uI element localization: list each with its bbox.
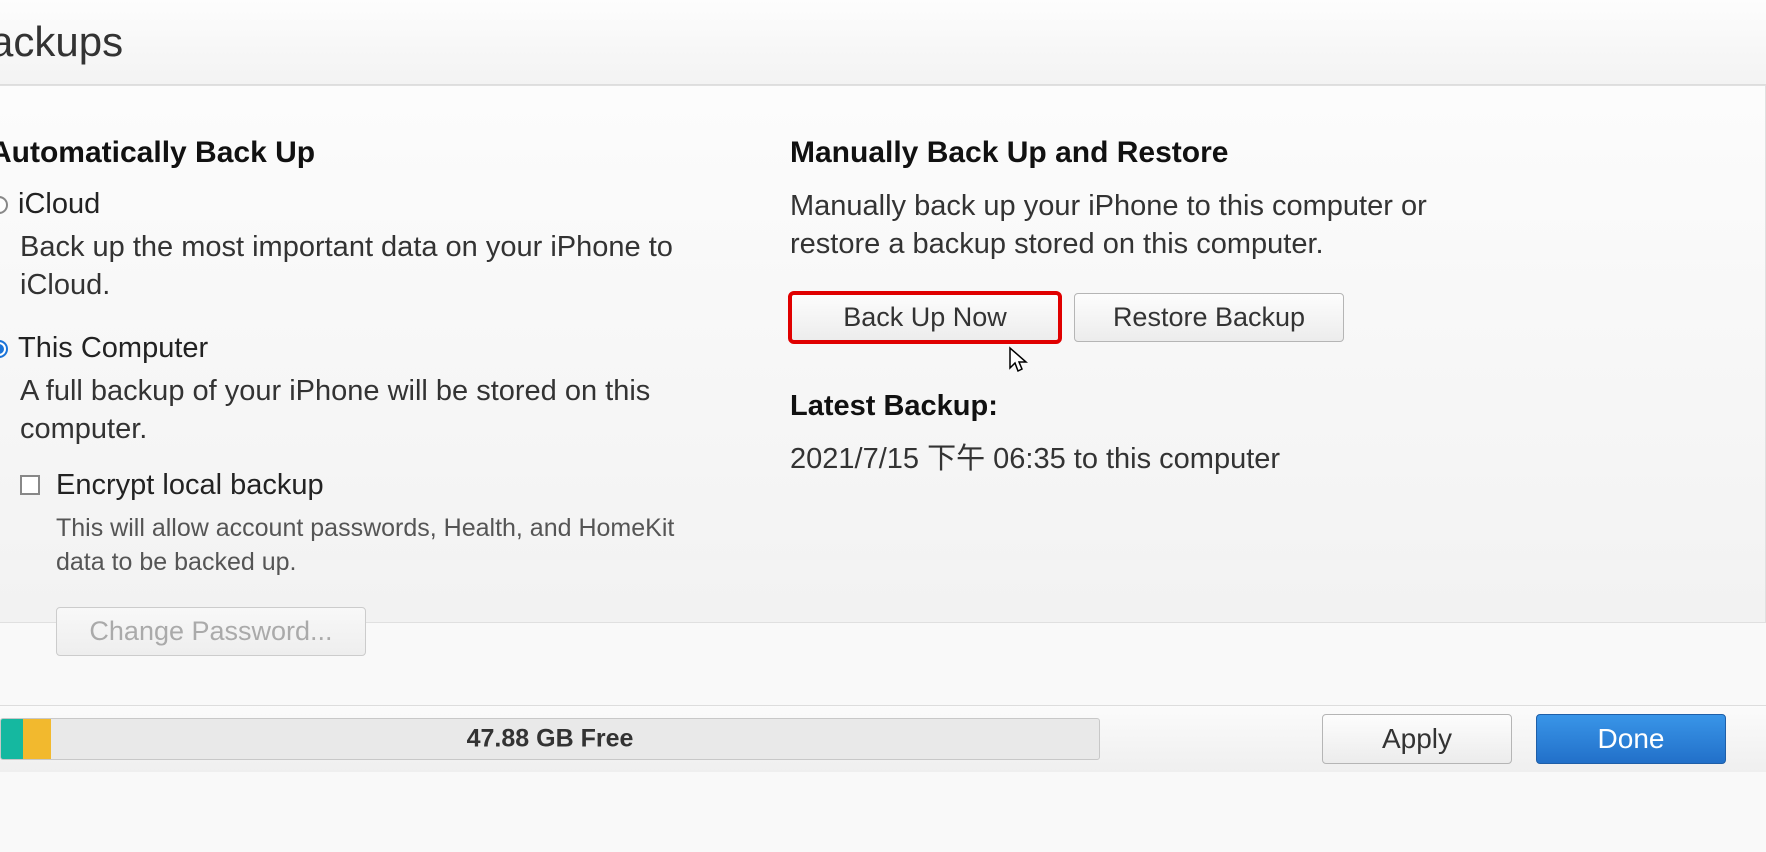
storage-seg-apps <box>1 719 23 759</box>
storage-seg-other <box>23 719 51 759</box>
done-button[interactable]: Done <box>1536 714 1726 764</box>
back-up-now-button[interactable]: Back Up Now <box>790 293 1060 342</box>
cursor-icon <box>1008 346 1030 374</box>
radio-group-icloud[interactable]: iCloud Back up the most important data o… <box>0 188 720 304</box>
radio-icloud-desc: Back up the most important data on your … <box>20 229 720 304</box>
latest-backup-text: 2021/7/15 下午 06:35 to this computer <box>790 435 1480 477</box>
change-password-button: Change Password... <box>56 607 366 656</box>
backup-panel: Automatically Back Up iCloud Back up the… <box>0 85 1766 623</box>
manual-backup-section: Manually Back Up and Restore Manually ba… <box>760 136 1480 684</box>
bottom-bar: 47.88 GB Free Apply Done <box>0 705 1766 772</box>
latest-backup-heading: Latest Backup: <box>790 390 1480 423</box>
radio-this-computer-label: This Computer <box>18 332 208 365</box>
apply-button[interactable]: Apply <box>1322 714 1512 764</box>
encrypt-checkbox[interactable] <box>20 475 40 495</box>
auto-backup-section: Automatically Back Up iCloud Back up the… <box>0 136 720 684</box>
radio-group-this-computer[interactable]: This Computer A full backup of your iPho… <box>0 332 720 656</box>
radio-icloud-label: iCloud <box>18 188 100 221</box>
encrypt-checkbox-label: Encrypt local backup <box>56 469 324 502</box>
manual-heading: Manually Back Up and Restore <box>790 136 1480 170</box>
encrypt-checkbox-row[interactable]: Encrypt local backup <box>20 469 720 502</box>
encrypt-checkbox-desc: This will allow account passwords, Healt… <box>56 512 676 580</box>
auto-backup-heading: Automatically Back Up <box>0 136 720 170</box>
page-title: ackups <box>0 0 1766 85</box>
storage-bar[interactable]: 47.88 GB Free <box>0 718 1100 760</box>
radio-icloud[interactable] <box>0 196 8 214</box>
storage-free-label: 47.88 GB Free <box>467 725 634 754</box>
radio-this-computer-desc: A full backup of your iPhone will be sto… <box>20 373 720 448</box>
restore-backup-button[interactable]: Restore Backup <box>1074 293 1344 342</box>
manual-desc: Manually back up your iPhone to this com… <box>790 188 1480 263</box>
radio-this-computer[interactable] <box>0 340 8 358</box>
